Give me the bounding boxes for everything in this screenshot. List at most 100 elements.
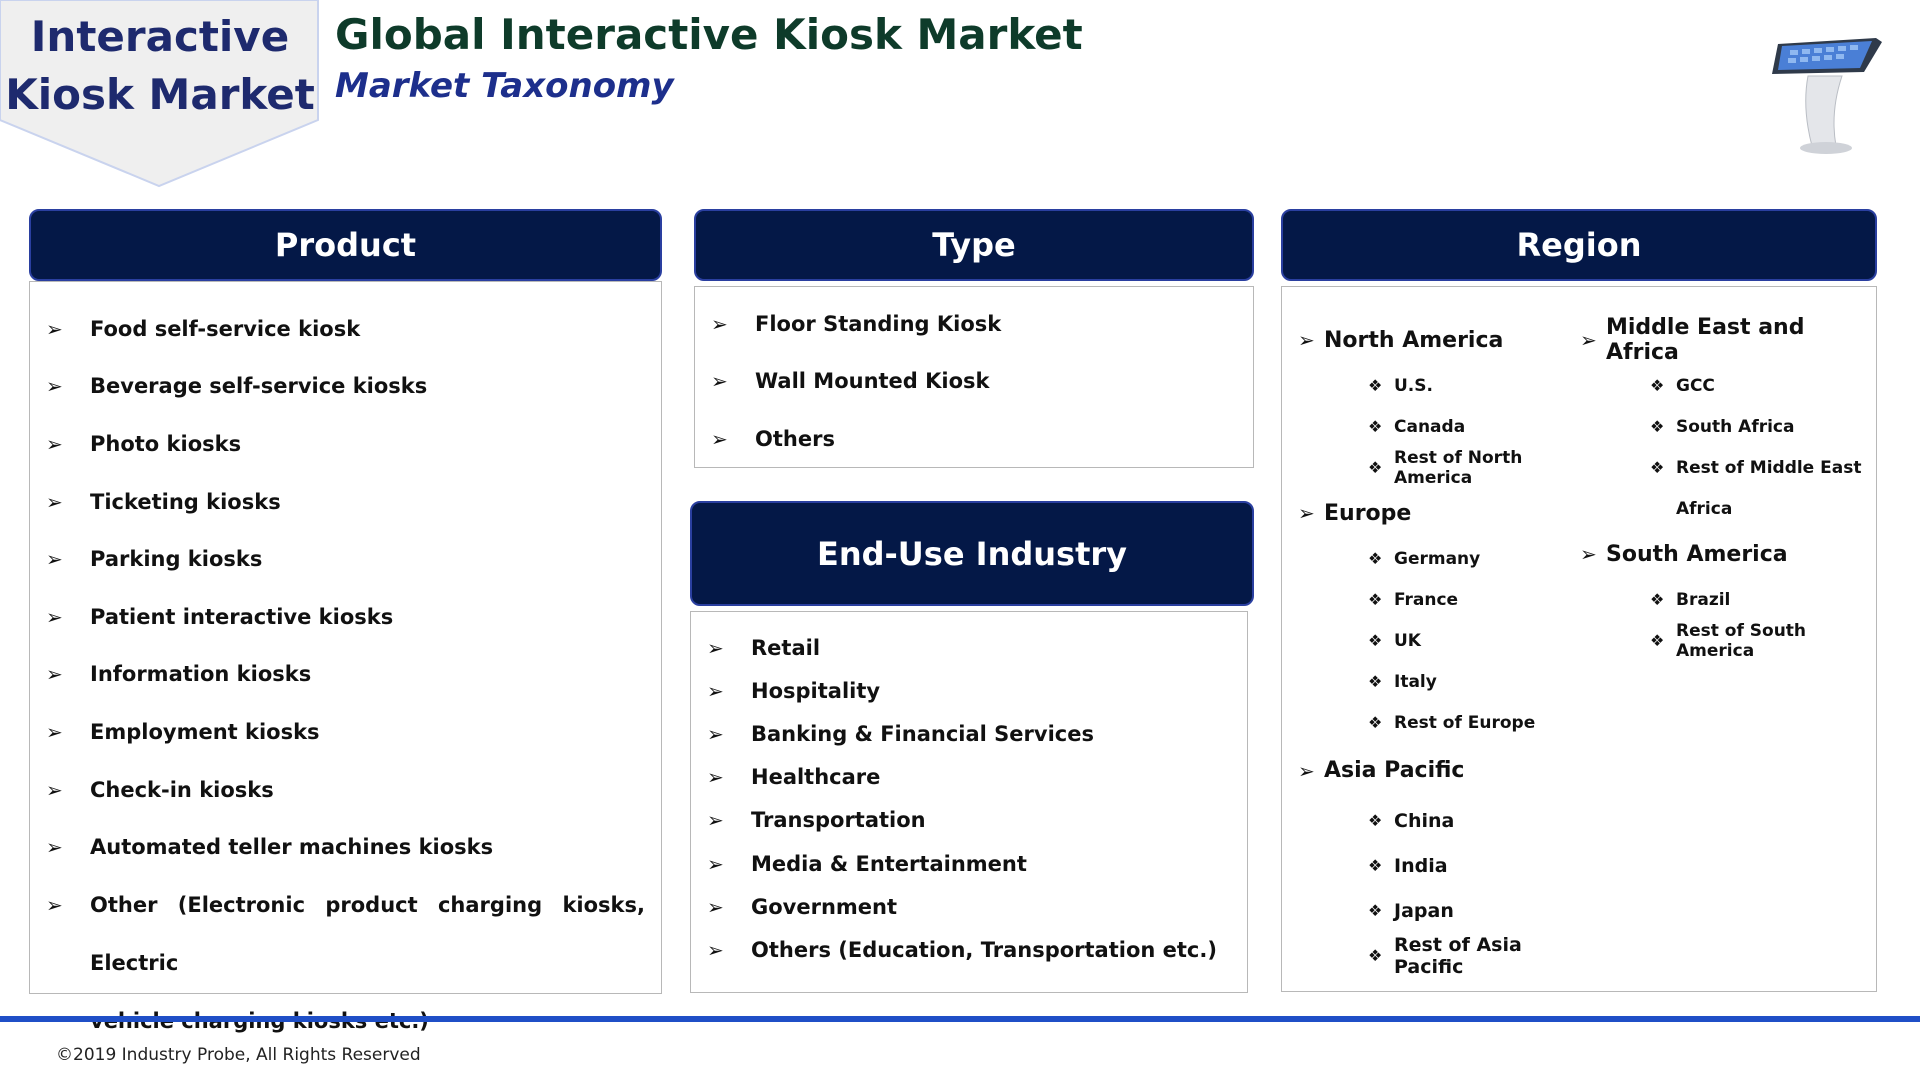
region-header: Region: [1281, 209, 1877, 281]
region-box: ➢ North America ❖ U.S. ❖ Canada ❖ Rest of No…: [1281, 286, 1877, 992]
diamond-cluster-icon: ❖: [1650, 458, 1665, 477]
product-heading: Product: [274, 226, 417, 264]
country-item-continuation: Africa: [1676, 498, 1733, 519]
region-south-america: ➢ South America: [1580, 541, 1788, 567]
arrowhead-icon: ➢: [46, 547, 63, 572]
other-line-1: Other (Electronic product charging kiosk…: [90, 892, 645, 975]
diamond-cluster-icon: ❖: [1368, 811, 1383, 830]
region-col-left: ➢ North America ❖ U.S. ❖ Canada ❖ Rest of No…: [1298, 315, 1588, 978]
arrowhead-icon: ➢: [707, 721, 724, 746]
country-item: ❖ GCC: [1650, 375, 1715, 396]
country-item: ❖ Rest of Asia Pacific: [1368, 933, 1522, 978]
end-use-heading: End-Use Industry: [816, 534, 1128, 573]
diamond-cluster-icon: ❖: [1368, 458, 1383, 477]
list-item: ➢ Banking & Financial Services: [707, 721, 1094, 746]
list-item: ➢ Check-in kiosks: [46, 777, 274, 802]
end-use-list: ➢ Retail ➢ Hospitality ➢ Banking & Financia…: [707, 626, 1237, 972]
type-heading: Type: [932, 226, 1016, 264]
list-item: ➢ Food self-service kiosk: [46, 316, 361, 341]
country-item: ❖ India: [1368, 854, 1448, 877]
diamond-cluster-icon: ❖: [1368, 631, 1383, 650]
product-box: ➢ Food self-service kiosk ➢ Beverage self-…: [29, 281, 662, 1033]
country-item: ❖ Rest of North America: [1368, 447, 1523, 488]
arrowhead-icon: ➢: [707, 678, 724, 703]
country-item: ❖ South Africa: [1650, 416, 1795, 437]
diamond-cluster-icon: ❖: [1368, 901, 1383, 920]
list-item: ➢ Others (Education, Transportation etc.): [707, 937, 1217, 962]
list-item: ➢ Photo kiosks: [46, 431, 242, 456]
diamond-cluster-icon: ❖: [1650, 590, 1665, 609]
country-item: ❖ Canada: [1368, 416, 1466, 437]
arrowhead-icon: ➢: [46, 316, 63, 341]
arrowhead-icon: ➢: [707, 851, 724, 876]
type-list: ➢ Floor Standing Kiosk ➢ Wall Mounted Kios…: [711, 295, 1241, 468]
region-middle-east-africa: ➢ Middle East and Africa: [1580, 315, 1805, 365]
list-item: ➢ Information kiosks: [46, 662, 312, 687]
diamond-cluster-icon: ❖: [1368, 856, 1383, 875]
arrowhead-icon: ➢: [46, 835, 63, 860]
diamond-cluster-icon: ❖: [1368, 549, 1383, 568]
arrowhead-icon: ➢: [711, 426, 728, 451]
list-item: ➢ Others: [711, 426, 835, 451]
arrowhead-icon: ➢: [1298, 328, 1315, 352]
country-item: ❖ Brazil: [1650, 589, 1731, 610]
list-item: ➢ Parking kiosks: [46, 547, 263, 572]
arrowhead-icon: ➢: [46, 777, 63, 802]
diamond-cluster-icon: ❖: [1368, 417, 1383, 436]
product-header: Product: [29, 209, 662, 281]
list-item: ➢ Patient interactive kiosks: [46, 604, 394, 629]
list-item: ➢ Automated teller machines kiosks: [46, 835, 494, 860]
diamond-cluster-icon: ❖: [1650, 417, 1665, 436]
list-item: ➢ Transportation: [707, 808, 926, 833]
end-use-header: End-Use Industry: [690, 501, 1254, 606]
country-item: ❖ Germany: [1368, 548, 1481, 569]
report-tag: Interactive Kiosk Market: [0, 0, 320, 190]
arrowhead-icon: ➢: [46, 604, 63, 629]
type-header: Type: [694, 209, 1254, 281]
footer-divider: [0, 1016, 1920, 1022]
arrowhead-icon: ➢: [1298, 758, 1315, 783]
arrowhead-icon: ➢: [46, 374, 63, 399]
product-list: ➢ Food self-service kiosk ➢ Beverage self-…: [46, 300, 651, 1050]
country-item: ❖ Japan: [1368, 899, 1454, 922]
diamond-cluster-icon: ❖: [1650, 631, 1665, 650]
list-item: ➢ Media & Entertainment: [707, 851, 1027, 876]
diamond-cluster-icon: ❖: [1368, 713, 1383, 732]
tag-line-1: Interactive: [30, 12, 290, 61]
arrowhead-icon: ➢: [1298, 501, 1315, 525]
list-item: ➢ Employment kiosks: [46, 719, 320, 744]
region-north-america: ➢ North America: [1298, 327, 1504, 353]
list-item: ➢ Retail: [707, 635, 821, 660]
end-use-box: ➢ Retail ➢ Hospitality ➢ Banking & Financia…: [690, 611, 1248, 993]
list-item-other: ➢ Other (Electronic product charging kio…: [46, 876, 651, 1050]
arrowhead-icon: ➢: [46, 892, 63, 917]
list-item: ➢ Ticketing kiosks: [46, 489, 281, 514]
list-item: ➢ Hospitality: [707, 678, 881, 703]
country-item: ❖ Rest of South America: [1650, 620, 1807, 661]
list-item: ➢ Healthcare: [707, 765, 881, 790]
list-item: ➢ Government: [707, 894, 898, 919]
page-title: Global Interactive Kiosk Market: [335, 10, 1083, 59]
arrowhead-icon: ➢: [711, 369, 728, 394]
country-item: ❖ China: [1368, 809, 1455, 832]
kiosk-icon: [1772, 38, 1882, 154]
country-item: ❖ U.S.: [1368, 375, 1433, 396]
diamond-cluster-icon: ❖: [1368, 376, 1383, 395]
arrowhead-icon: ➢: [46, 431, 63, 456]
country-item: ❖ France: [1368, 589, 1459, 610]
copyright: ©2019 Industry Probe, All Rights Reserve…: [56, 1045, 421, 1065]
region-col-right: ➢ Middle East and Africa ❖ GCC ❖ South Afri…: [1580, 315, 1870, 661]
list-item: ➢ Beverage self-service kiosks: [46, 374, 428, 399]
arrowhead-icon: ➢: [707, 808, 724, 833]
diamond-cluster-icon: ❖: [1368, 590, 1383, 609]
arrowhead-icon: ➢: [707, 765, 724, 790]
diamond-cluster-icon: ❖: [1650, 376, 1665, 395]
arrowhead-icon: ➢: [707, 937, 724, 962]
list-item: ➢ Floor Standing Kiosk: [711, 311, 1002, 336]
region-heading: Region: [1516, 226, 1642, 264]
country-item: ❖ UK: [1368, 630, 1421, 651]
list-item: ➢ Wall Mounted Kiosk: [711, 369, 990, 394]
arrowhead-icon: ➢: [46, 489, 63, 514]
diamond-cluster-icon: ❖: [1368, 946, 1383, 965]
country-item: ❖ Rest of Middle East: [1650, 457, 1862, 478]
